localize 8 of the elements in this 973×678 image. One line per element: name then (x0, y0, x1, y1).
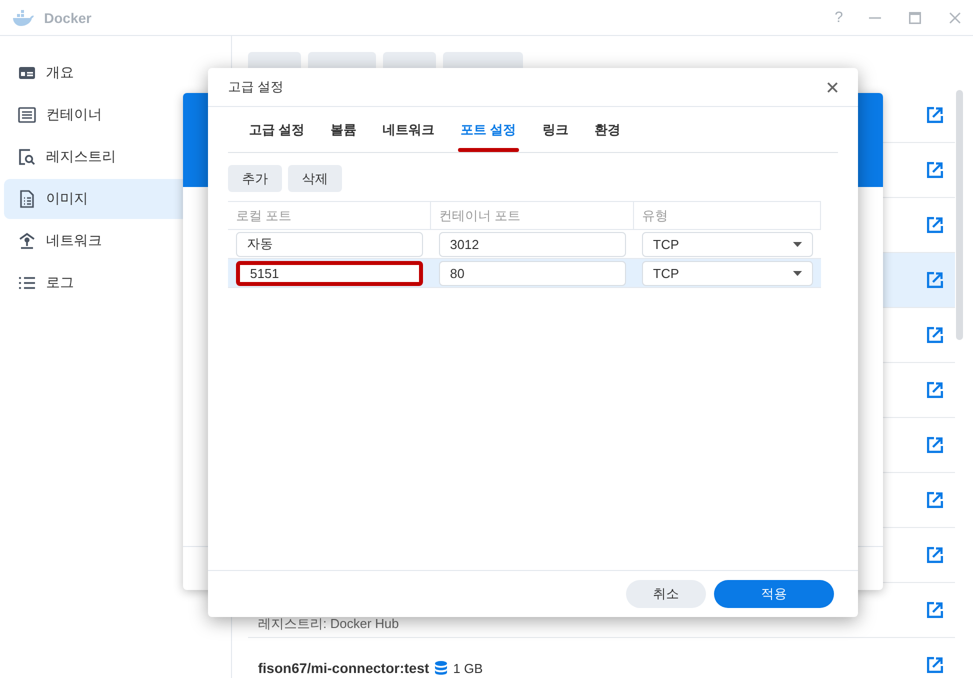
column-header: 컨테이너 포트 (431, 201, 634, 230)
column-header: 유형 (634, 201, 821, 230)
image-size: 1 GB (453, 660, 483, 676)
app-title: Docker (44, 10, 92, 26)
image-name: fison67/mi-connector:test (258, 660, 430, 676)
dialog-title: 고급 설정 (228, 78, 285, 96)
column-header: 로컬 포트 (228, 201, 431, 230)
registry-text: 레지스트리: Docker Hub (258, 615, 400, 633)
